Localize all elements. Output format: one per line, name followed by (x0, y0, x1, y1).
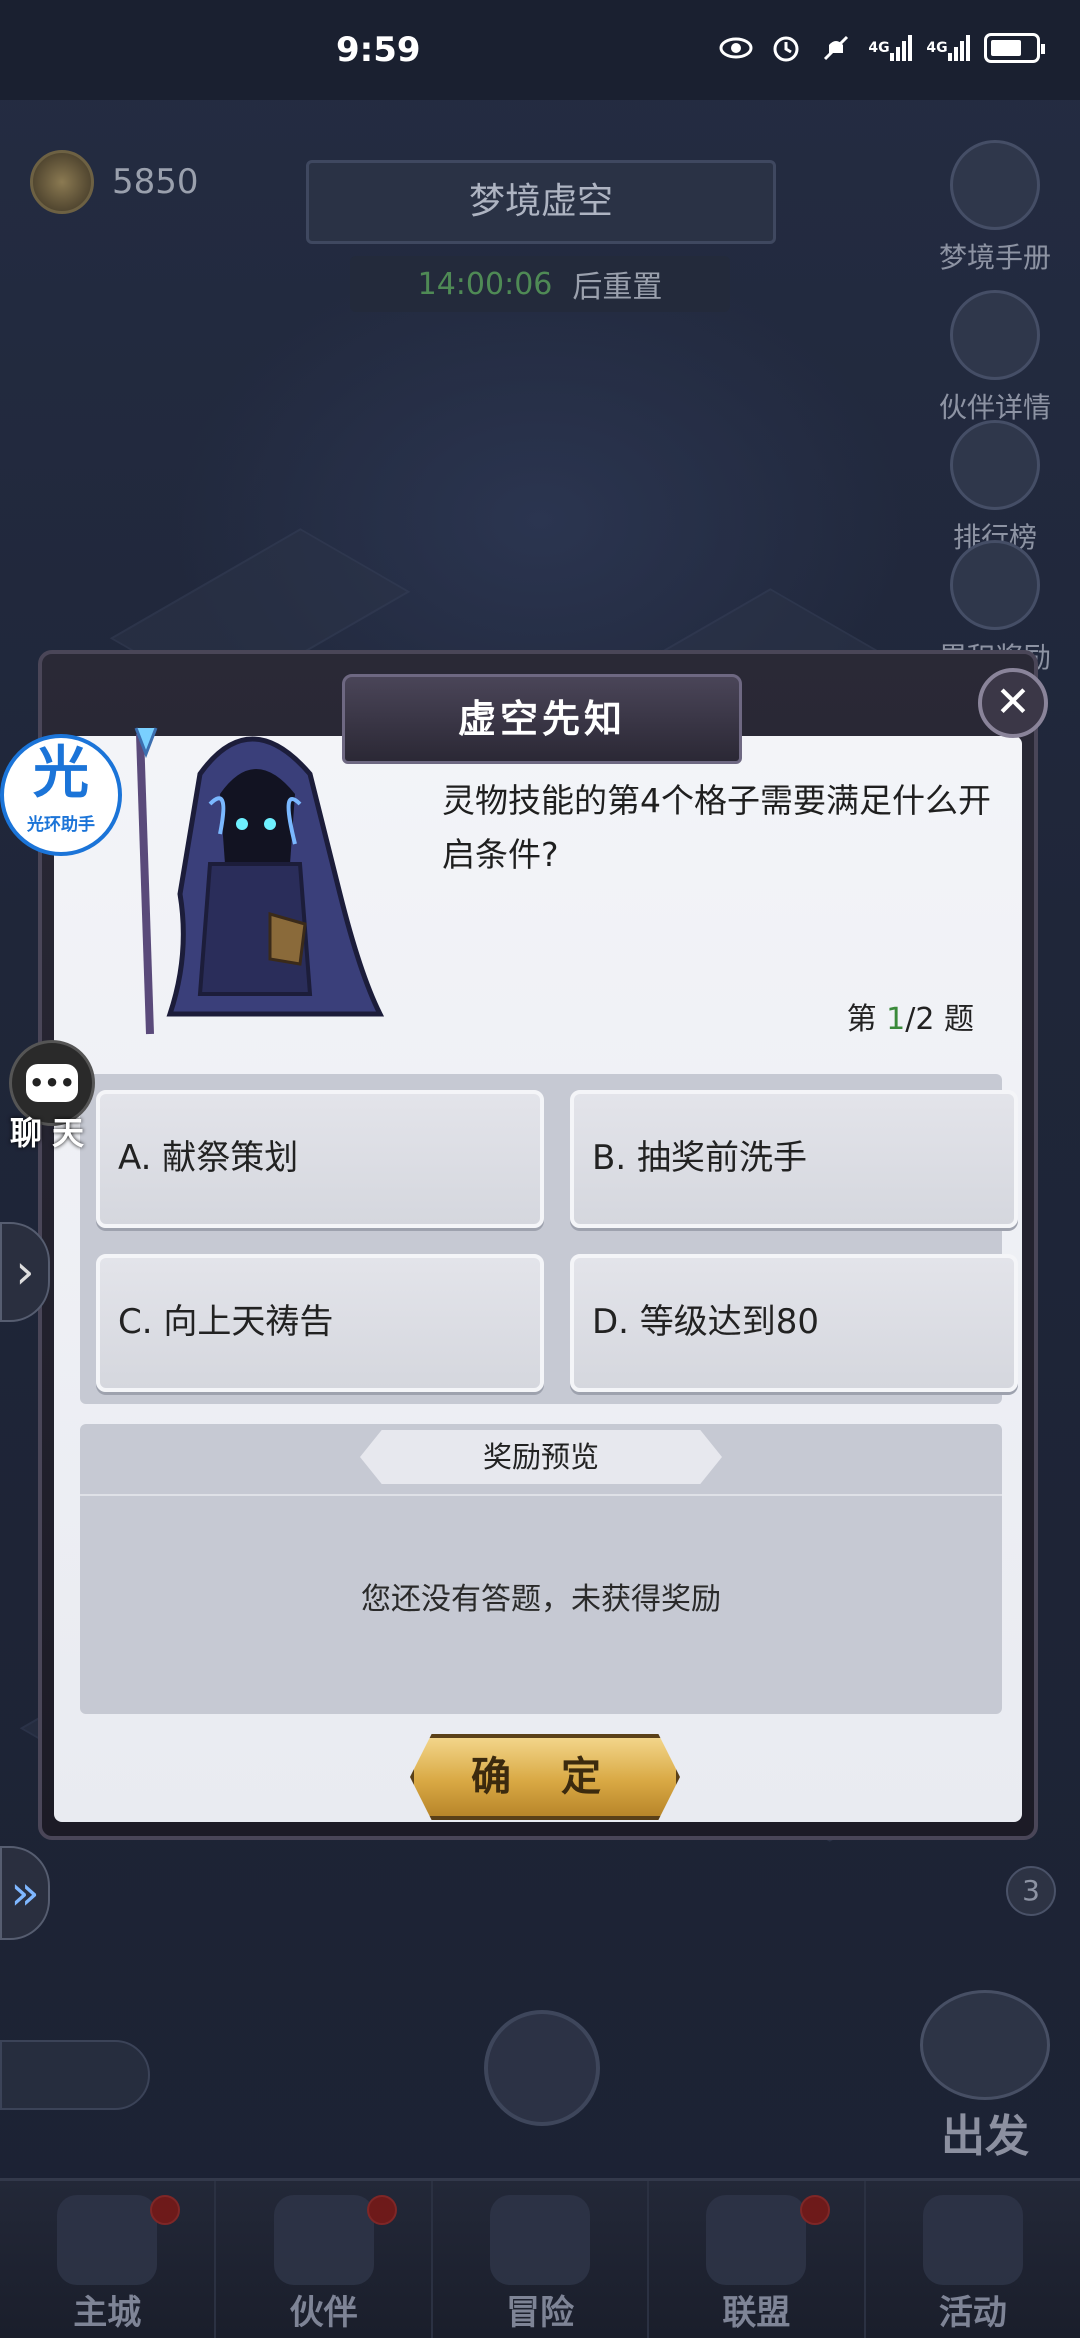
nav-item-alliance[interactable]: 联盟 (649, 2181, 866, 2338)
reset-timer: 14:00:06 后重置 (350, 256, 730, 312)
battle-icon (920, 1990, 1050, 2100)
network-label: 4G (868, 40, 890, 56)
prophet-avatar (110, 714, 400, 1044)
quiz-dialog: 虚空先知 ✕ 灵物技能的第4个格子需要满足什么开启条件? 第 1/2 题 A. … (38, 650, 1048, 1840)
chevron-right-icon: › (15, 1244, 35, 1300)
back-button[interactable] (0, 2040, 150, 2110)
page-title: 梦境虚空 (306, 160, 776, 244)
helper-label: 光环助手 (27, 815, 95, 835)
option-a-button[interactable]: A. 献祭策划 (96, 1090, 544, 1228)
castle-icon (57, 2195, 158, 2285)
status-bar: 9:59 4G 4G (0, 0, 1080, 100)
option-c-button[interactable]: C. 向上天祷告 (96, 1254, 544, 1392)
mute-icon (818, 32, 854, 64)
side-item-partner-details[interactable]: 伙伴详情 (930, 290, 1060, 426)
side-item-dream-manual[interactable]: 梦境手册 (930, 140, 1060, 276)
reward-icon (950, 540, 1040, 630)
progress-current: 1 (886, 1002, 906, 1037)
nav-item-adventure[interactable]: 冒险 (433, 2181, 650, 2338)
bottom-nav: 主城 伙伴 冒险 联盟 活动 (0, 2178, 1080, 2338)
alarm-icon (768, 32, 804, 64)
chat-label: 聊天 (9, 1114, 94, 1152)
battery-icon (984, 33, 1045, 63)
adventure-icon (490, 2195, 591, 2285)
notification-dot (366, 2195, 397, 2225)
depart-button[interactable]: 出发 (910, 1990, 1060, 2164)
reward-empty-text: 您还没有答题，未获得奖励 (361, 1582, 721, 1617)
helper-widget[interactable]: 光 光环助手 (0, 734, 122, 856)
confirm-button[interactable]: 确 定 (410, 1734, 680, 1820)
coin-icon (30, 150, 94, 214)
reward-header: 奖励预览 (360, 1430, 722, 1484)
nav-item-partners[interactable]: 伙伴 (216, 2181, 433, 2338)
reward-preview: 奖励预览 您还没有答题，未获得奖励 (80, 1424, 1002, 1714)
eye-icon (718, 32, 754, 64)
signal-4g-icon: 4G (926, 32, 970, 64)
dialog-title: 虚空先知 (342, 674, 742, 764)
option-d-button[interactable]: D. 等级达到80 (570, 1254, 1018, 1392)
chat-button[interactable]: ••• 聊天 (4, 1040, 100, 1154)
nav-label: 主城 (73, 2293, 142, 2333)
count-badge: 3 (1006, 1866, 1056, 1916)
signal-4g-icon: 4G (868, 32, 912, 64)
nav-label: 活动 (938, 2293, 1007, 2333)
nav-label: 联盟 (722, 2293, 791, 2333)
close-button[interactable]: ✕ (978, 668, 1048, 738)
answer-options: A. 献祭策划 B. 抽奖前洗手 C. 向上天祷告 D. 等级达到80 (80, 1074, 1018, 1404)
clock: 9:59 (336, 30, 421, 70)
network-label: 4G (926, 40, 948, 56)
progress-total: /2 题 (905, 1002, 974, 1037)
question-progress: 第 1/2 题 (847, 994, 974, 1038)
cards-icon (922, 2195, 1023, 2285)
side-item-label: 梦境手册 (938, 241, 1051, 274)
timer-value: 14:00:06 (417, 266, 553, 302)
double-chevron-right-icon: » (10, 1865, 40, 1921)
status-icons: 4G 4G (718, 32, 1045, 64)
currency-display: 5850 (30, 150, 199, 214)
timer-suffix: 后重置 (572, 270, 663, 305)
nav-item-events[interactable]: 活动 (866, 2181, 1080, 2338)
divider (80, 1494, 1002, 1496)
currency-value: 5850 (112, 162, 199, 202)
helper-glyph: 光 (33, 741, 89, 806)
depart-label: 出发 (941, 2111, 1029, 2162)
option-b-button[interactable]: B. 抽奖前洗手 (570, 1090, 1018, 1228)
nav-item-main-city[interactable]: 主城 (0, 2181, 217, 2338)
partner-icon (950, 290, 1040, 380)
progress-prefix: 第 (846, 1002, 887, 1037)
notification-dot (150, 2195, 181, 2225)
notification-dot (799, 2195, 830, 2225)
helmet-icon[interactable] (484, 2010, 600, 2126)
trophy-icon (950, 420, 1040, 510)
side-item-leaderboard[interactable]: 排行榜 (930, 420, 1060, 556)
book-icon (950, 140, 1040, 230)
nav-label: 伙伴 (289, 2293, 358, 2333)
question-text: 灵物技能的第4个格子需要满足什么开启条件? (442, 781, 991, 874)
nav-label: 冒险 (506, 2293, 575, 2333)
close-icon: ✕ (995, 677, 1031, 726)
partner-icon (273, 2195, 374, 2285)
shield-icon (706, 2195, 807, 2285)
